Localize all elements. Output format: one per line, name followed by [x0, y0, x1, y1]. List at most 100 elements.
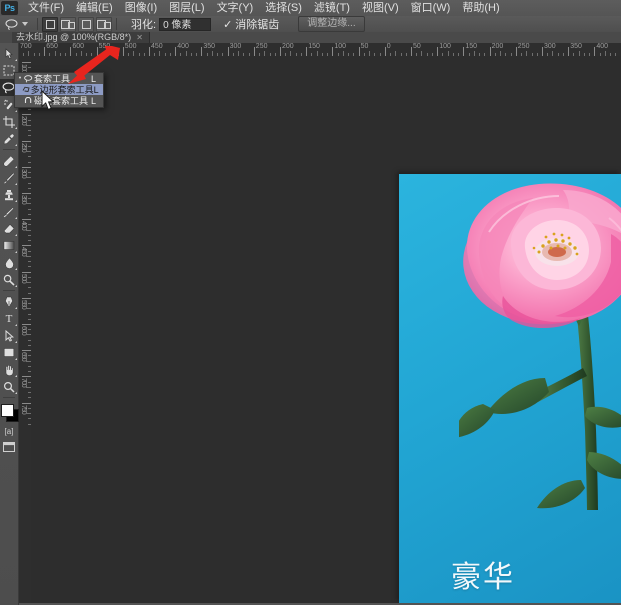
options-divider-2	[116, 18, 117, 30]
menu-image[interactable]: 图像(I)	[119, 0, 163, 16]
eyedropper-tool[interactable]	[0, 130, 18, 147]
antialias-checkbox[interactable]: ✓ 消除锯齿	[223, 16, 282, 32]
ruler-tick	[22, 350, 31, 352]
menu-help[interactable]: 帮助(H)	[456, 0, 505, 16]
ruler-label: 400	[20, 221, 27, 230]
refine-edge-button[interactable]: 调整边缘...	[298, 16, 365, 32]
menu-bar: Ps 文件(F) 编辑(E) 图像(I) 图层(L) 文字(Y) 选择(S) 滤…	[0, 0, 621, 16]
ruler-label: 650	[20, 352, 27, 361]
history-brush-tool[interactable]	[0, 203, 18, 220]
tool-corner-icon	[15, 341, 17, 343]
rectangle-tool[interactable]	[0, 344, 18, 361]
new-selection-button[interactable]	[42, 16, 58, 32]
ruler-tick	[358, 47, 360, 56]
zoom-tool[interactable]	[0, 378, 18, 395]
feather-input[interactable]: 0 像素	[159, 17, 212, 31]
ruler-tick	[44, 47, 46, 56]
ruler-label: 100	[439, 43, 451, 50]
blur-tool[interactable]	[0, 254, 18, 271]
menu-layer[interactable]: 图层(L)	[163, 0, 210, 16]
intersect-with-selection-button[interactable]	[96, 16, 112, 32]
ruler-label: 150	[465, 43, 478, 50]
ruler-label: 350	[20, 195, 27, 204]
foreground-color-swatch[interactable]	[1, 404, 14, 417]
lasso-icon[interactable]	[2, 17, 22, 31]
ruler-tick	[22, 402, 31, 404]
menu-file[interactable]: 文件(F)	[22, 0, 70, 16]
brush-tool[interactable]	[0, 169, 18, 186]
screen-mode-button[interactable]	[0, 440, 18, 453]
canvas-area[interactable]: 豪华	[31, 56, 621, 603]
ruler-tick	[489, 47, 491, 56]
add-to-selection-button[interactable]	[60, 16, 76, 32]
dodge-tool[interactable]	[0, 271, 18, 288]
menu-window[interactable]: 窗口(W)	[405, 0, 457, 16]
tool-corner-icon	[15, 59, 17, 61]
options-bar: 羽化: 0 像素 ✓ 消除锯齿 调整边缘...	[0, 16, 621, 33]
ruler-tick	[411, 47, 412, 56]
ruler-tick	[568, 47, 570, 56]
ruler-tick	[22, 324, 31, 325]
ruler-tick	[437, 47, 439, 56]
ruler-label: 550	[20, 299, 27, 309]
pen-tool[interactable]	[0, 293, 18, 310]
ruler-label: 300	[229, 43, 242, 50]
ruler-tick	[22, 271, 31, 273]
lasso-tool-flyout-menu[interactable]: • 套索工具 L 多边形套索工具 L 磁性套索工具 L	[14, 72, 104, 108]
ruler-label: 600	[20, 326, 27, 335]
menu-select[interactable]: 选择(S)	[259, 0, 308, 16]
tool-corner-icon	[15, 251, 17, 253]
image-document[interactable]: 豪华	[399, 174, 621, 603]
menu-filter[interactable]: 滤镜(T)	[308, 0, 356, 16]
flyout-item-magnetic-lasso-tool[interactable]: 磁性套索工具 L	[15, 95, 103, 106]
ruler-tick	[515, 47, 517, 56]
photoshop-logo-icon: Ps	[1, 1, 18, 15]
tool-corner-icon	[15, 307, 17, 309]
horizontal-ruler[interactable]: 700 650 600 550 500 450 400 350 300 250 200 150 100 5…	[18, 43, 621, 57]
ruler-label: 250	[255, 43, 268, 50]
document-tab[interactable]: 去水印.jpg @ 100%(RGB/8*) ✕	[12, 32, 150, 43]
ruler-label: 200	[282, 43, 294, 50]
ruler-tick	[22, 166, 31, 168]
ruler-tick	[280, 47, 281, 56]
ruler-tick	[96, 47, 98, 56]
ruler-tick	[227, 47, 229, 56]
ruler-tick	[22, 62, 31, 63]
healing-brush-tool[interactable]	[0, 152, 18, 169]
tool-corner-icon	[15, 268, 17, 270]
move-tool[interactable]	[0, 45, 18, 62]
menu-edit[interactable]: 编辑(E)	[70, 0, 119, 16]
ruler-tick	[22, 376, 31, 378]
menu-view[interactable]: 视图(V)	[356, 0, 405, 16]
menu-type[interactable]: 文字(Y)	[211, 0, 260, 16]
ruler-label: 600	[72, 43, 85, 50]
tool-divider	[3, 149, 15, 150]
clone-stamp-tool[interactable]	[0, 186, 18, 203]
gradient-tool[interactable]	[0, 237, 18, 254]
ruler-tick	[594, 47, 596, 56]
quick-mask-button[interactable]: [a]	[0, 425, 18, 438]
path-selection-tool[interactable]	[0, 327, 18, 344]
ruler-tick	[22, 297, 31, 299]
color-swatches[interactable]	[0, 403, 19, 423]
photoshop-window: Ps 文件(F) 编辑(E) 图像(I) 图层(L) 文字(Y) 选择(S) 滤…	[0, 0, 621, 605]
eraser-tool[interactable]	[0, 220, 18, 237]
tool-preset-chevron-down-icon[interactable]	[22, 22, 28, 26]
vertical-ruler[interactable]: 1001502002503003504004505005506006507007…	[18, 56, 32, 603]
tool-divider-2	[3, 290, 15, 291]
close-icon[interactable]: ✕	[136, 32, 143, 43]
tool-divider-3	[3, 397, 15, 398]
ruler-label: 200	[491, 43, 504, 50]
tool-corner-icon	[15, 110, 17, 112]
document-tab-title: 去水印.jpg @ 100%(RGB/8*)	[16, 32, 132, 42]
lasso-icon	[23, 74, 34, 83]
ruler-tick	[70, 47, 72, 56]
feather-label: 羽化:	[131, 19, 157, 31]
magnetic-lasso-icon	[23, 96, 34, 105]
tool-corner-icon	[15, 375, 17, 377]
hand-tool[interactable]	[0, 361, 18, 378]
ruler-label: 500	[20, 273, 27, 283]
type-tool[interactable]: T	[0, 310, 18, 327]
subtract-from-selection-button[interactable]	[78, 16, 94, 32]
crop-tool[interactable]	[0, 113, 18, 130]
